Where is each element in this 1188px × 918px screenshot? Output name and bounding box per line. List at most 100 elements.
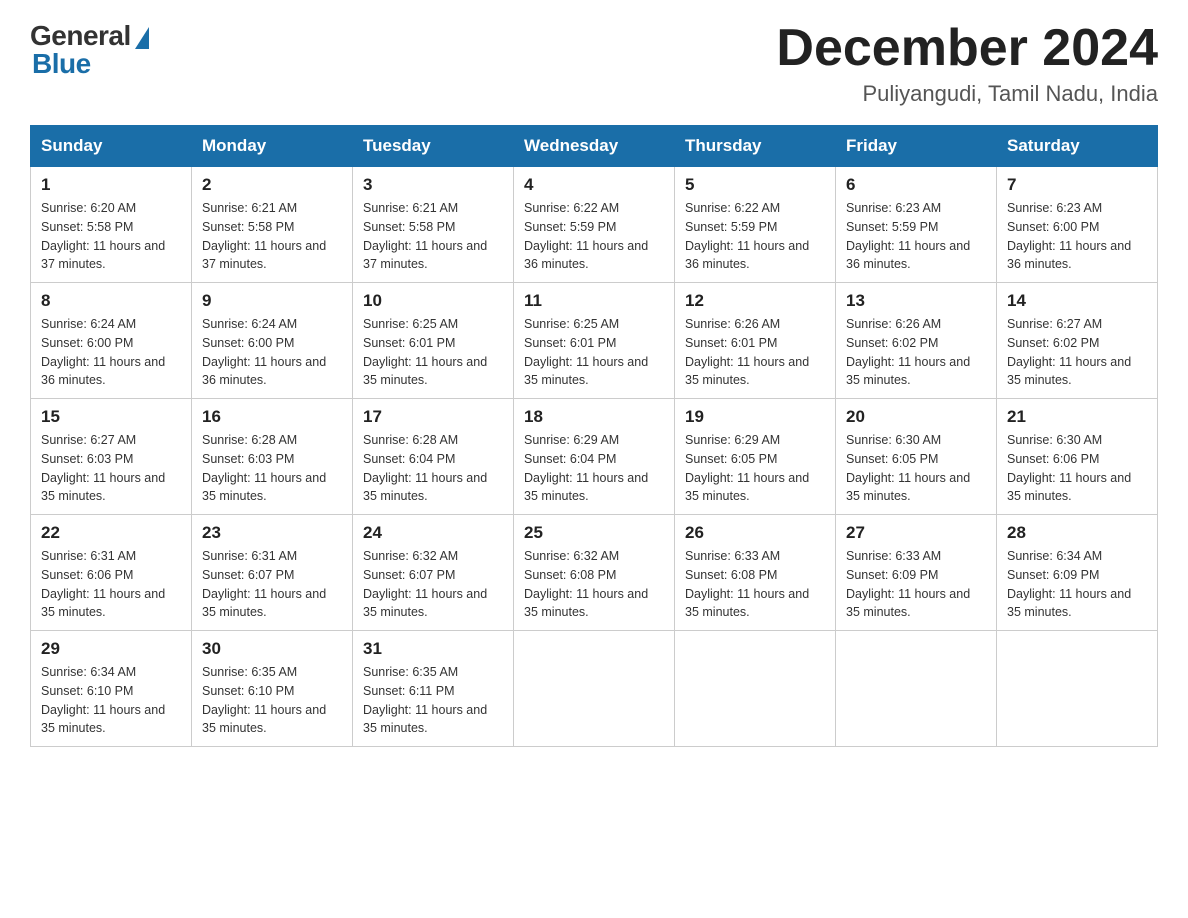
day-number: 4 xyxy=(524,175,664,195)
weekday-header-friday: Friday xyxy=(836,126,997,167)
day-info: Sunrise: 6:26 AM Sunset: 6:02 PM Dayligh… xyxy=(846,315,986,390)
calendar-cell: 10 Sunrise: 6:25 AM Sunset: 6:01 PM Dayl… xyxy=(353,283,514,399)
calendar-cell: 23 Sunrise: 6:31 AM Sunset: 6:07 PM Dayl… xyxy=(192,515,353,631)
calendar-cell: 25 Sunrise: 6:32 AM Sunset: 6:08 PM Dayl… xyxy=(514,515,675,631)
calendar-cell xyxy=(514,631,675,747)
calendar-cell: 19 Sunrise: 6:29 AM Sunset: 6:05 PM Dayl… xyxy=(675,399,836,515)
day-info: Sunrise: 6:20 AM Sunset: 5:58 PM Dayligh… xyxy=(41,199,181,274)
day-info: Sunrise: 6:26 AM Sunset: 6:01 PM Dayligh… xyxy=(685,315,825,390)
calendar-cell: 17 Sunrise: 6:28 AM Sunset: 6:04 PM Dayl… xyxy=(353,399,514,515)
calendar-cell: 7 Sunrise: 6:23 AM Sunset: 6:00 PM Dayli… xyxy=(997,167,1158,283)
calendar-cell: 30 Sunrise: 6:35 AM Sunset: 6:10 PM Dayl… xyxy=(192,631,353,747)
calendar-cell: 31 Sunrise: 6:35 AM Sunset: 6:11 PM Dayl… xyxy=(353,631,514,747)
calendar-cell: 3 Sunrise: 6:21 AM Sunset: 5:58 PM Dayli… xyxy=(353,167,514,283)
day-info: Sunrise: 6:30 AM Sunset: 6:06 PM Dayligh… xyxy=(1007,431,1147,506)
day-number: 15 xyxy=(41,407,181,427)
day-number: 5 xyxy=(685,175,825,195)
calendar-cell: 6 Sunrise: 6:23 AM Sunset: 5:59 PM Dayli… xyxy=(836,167,997,283)
calendar-cell: 13 Sunrise: 6:26 AM Sunset: 6:02 PM Dayl… xyxy=(836,283,997,399)
day-info: Sunrise: 6:23 AM Sunset: 5:59 PM Dayligh… xyxy=(846,199,986,274)
day-info: Sunrise: 6:22 AM Sunset: 5:59 PM Dayligh… xyxy=(524,199,664,274)
page-header: General Blue December 2024 Puliyangudi, … xyxy=(30,20,1158,107)
day-number: 10 xyxy=(363,291,503,311)
calendar-cell: 8 Sunrise: 6:24 AM Sunset: 6:00 PM Dayli… xyxy=(31,283,192,399)
day-info: Sunrise: 6:32 AM Sunset: 6:08 PM Dayligh… xyxy=(524,547,664,622)
calendar-cell: 24 Sunrise: 6:32 AM Sunset: 6:07 PM Dayl… xyxy=(353,515,514,631)
calendar-cell xyxy=(675,631,836,747)
weekday-header-monday: Monday xyxy=(192,126,353,167)
calendar-cell: 28 Sunrise: 6:34 AM Sunset: 6:09 PM Dayl… xyxy=(997,515,1158,631)
location: Puliyangudi, Tamil Nadu, India xyxy=(776,81,1158,107)
calendar-cell: 20 Sunrise: 6:30 AM Sunset: 6:05 PM Dayl… xyxy=(836,399,997,515)
calendar-cell: 14 Sunrise: 6:27 AM Sunset: 6:02 PM Dayl… xyxy=(997,283,1158,399)
day-info: Sunrise: 6:34 AM Sunset: 6:10 PM Dayligh… xyxy=(41,663,181,738)
day-info: Sunrise: 6:32 AM Sunset: 6:07 PM Dayligh… xyxy=(363,547,503,622)
day-number: 27 xyxy=(846,523,986,543)
day-number: 21 xyxy=(1007,407,1147,427)
day-info: Sunrise: 6:34 AM Sunset: 6:09 PM Dayligh… xyxy=(1007,547,1147,622)
logo-triangle-icon xyxy=(135,27,149,49)
day-info: Sunrise: 6:35 AM Sunset: 6:11 PM Dayligh… xyxy=(363,663,503,738)
day-info: Sunrise: 6:28 AM Sunset: 6:04 PM Dayligh… xyxy=(363,431,503,506)
day-info: Sunrise: 6:29 AM Sunset: 6:05 PM Dayligh… xyxy=(685,431,825,506)
calendar-cell: 9 Sunrise: 6:24 AM Sunset: 6:00 PM Dayli… xyxy=(192,283,353,399)
calendar-cell: 27 Sunrise: 6:33 AM Sunset: 6:09 PM Dayl… xyxy=(836,515,997,631)
day-info: Sunrise: 6:29 AM Sunset: 6:04 PM Dayligh… xyxy=(524,431,664,506)
day-info: Sunrise: 6:31 AM Sunset: 6:06 PM Dayligh… xyxy=(41,547,181,622)
day-info: Sunrise: 6:22 AM Sunset: 5:59 PM Dayligh… xyxy=(685,199,825,274)
calendar-cell: 15 Sunrise: 6:27 AM Sunset: 6:03 PM Dayl… xyxy=(31,399,192,515)
day-number: 19 xyxy=(685,407,825,427)
calendar-cell: 2 Sunrise: 6:21 AM Sunset: 5:58 PM Dayli… xyxy=(192,167,353,283)
weekday-header-sunday: Sunday xyxy=(31,126,192,167)
day-info: Sunrise: 6:30 AM Sunset: 6:05 PM Dayligh… xyxy=(846,431,986,506)
day-number: 31 xyxy=(363,639,503,659)
day-number: 13 xyxy=(846,291,986,311)
weekday-header-saturday: Saturday xyxy=(997,126,1158,167)
day-info: Sunrise: 6:24 AM Sunset: 6:00 PM Dayligh… xyxy=(41,315,181,390)
day-info: Sunrise: 6:28 AM Sunset: 6:03 PM Dayligh… xyxy=(202,431,342,506)
day-info: Sunrise: 6:21 AM Sunset: 5:58 PM Dayligh… xyxy=(363,199,503,274)
weekday-header-thursday: Thursday xyxy=(675,126,836,167)
month-title: December 2024 xyxy=(776,20,1158,77)
day-number: 17 xyxy=(363,407,503,427)
day-info: Sunrise: 6:27 AM Sunset: 6:03 PM Dayligh… xyxy=(41,431,181,506)
day-number: 24 xyxy=(363,523,503,543)
day-info: Sunrise: 6:25 AM Sunset: 6:01 PM Dayligh… xyxy=(524,315,664,390)
day-number: 20 xyxy=(846,407,986,427)
calendar-week-2: 8 Sunrise: 6:24 AM Sunset: 6:00 PM Dayli… xyxy=(31,283,1158,399)
calendar-cell: 22 Sunrise: 6:31 AM Sunset: 6:06 PM Dayl… xyxy=(31,515,192,631)
day-info: Sunrise: 6:24 AM Sunset: 6:00 PM Dayligh… xyxy=(202,315,342,390)
day-info: Sunrise: 6:35 AM Sunset: 6:10 PM Dayligh… xyxy=(202,663,342,738)
day-number: 3 xyxy=(363,175,503,195)
day-info: Sunrise: 6:33 AM Sunset: 6:08 PM Dayligh… xyxy=(685,547,825,622)
day-number: 23 xyxy=(202,523,342,543)
day-number: 16 xyxy=(202,407,342,427)
title-area: December 2024 Puliyangudi, Tamil Nadu, I… xyxy=(776,20,1158,107)
calendar-cell: 5 Sunrise: 6:22 AM Sunset: 5:59 PM Dayli… xyxy=(675,167,836,283)
day-number: 8 xyxy=(41,291,181,311)
day-info: Sunrise: 6:27 AM Sunset: 6:02 PM Dayligh… xyxy=(1007,315,1147,390)
calendar-cell: 12 Sunrise: 6:26 AM Sunset: 6:01 PM Dayl… xyxy=(675,283,836,399)
day-number: 6 xyxy=(846,175,986,195)
day-number: 25 xyxy=(524,523,664,543)
day-number: 29 xyxy=(41,639,181,659)
calendar-cell xyxy=(997,631,1158,747)
calendar-week-1: 1 Sunrise: 6:20 AM Sunset: 5:58 PM Dayli… xyxy=(31,167,1158,283)
weekday-header-row: SundayMondayTuesdayWednesdayThursdayFrid… xyxy=(31,126,1158,167)
day-info: Sunrise: 6:33 AM Sunset: 6:09 PM Dayligh… xyxy=(846,547,986,622)
logo-blue-text: Blue xyxy=(30,48,91,80)
calendar-cell: 29 Sunrise: 6:34 AM Sunset: 6:10 PM Dayl… xyxy=(31,631,192,747)
calendar-cell: 4 Sunrise: 6:22 AM Sunset: 5:59 PM Dayli… xyxy=(514,167,675,283)
calendar-week-3: 15 Sunrise: 6:27 AM Sunset: 6:03 PM Dayl… xyxy=(31,399,1158,515)
weekday-header-tuesday: Tuesday xyxy=(353,126,514,167)
logo: General Blue xyxy=(30,20,149,80)
calendar-cell: 18 Sunrise: 6:29 AM Sunset: 6:04 PM Dayl… xyxy=(514,399,675,515)
calendar-cell: 16 Sunrise: 6:28 AM Sunset: 6:03 PM Dayl… xyxy=(192,399,353,515)
day-number: 18 xyxy=(524,407,664,427)
calendar-cell xyxy=(836,631,997,747)
day-number: 22 xyxy=(41,523,181,543)
calendar-cell: 1 Sunrise: 6:20 AM Sunset: 5:58 PM Dayli… xyxy=(31,167,192,283)
day-number: 9 xyxy=(202,291,342,311)
day-number: 7 xyxy=(1007,175,1147,195)
calendar-cell: 11 Sunrise: 6:25 AM Sunset: 6:01 PM Dayl… xyxy=(514,283,675,399)
